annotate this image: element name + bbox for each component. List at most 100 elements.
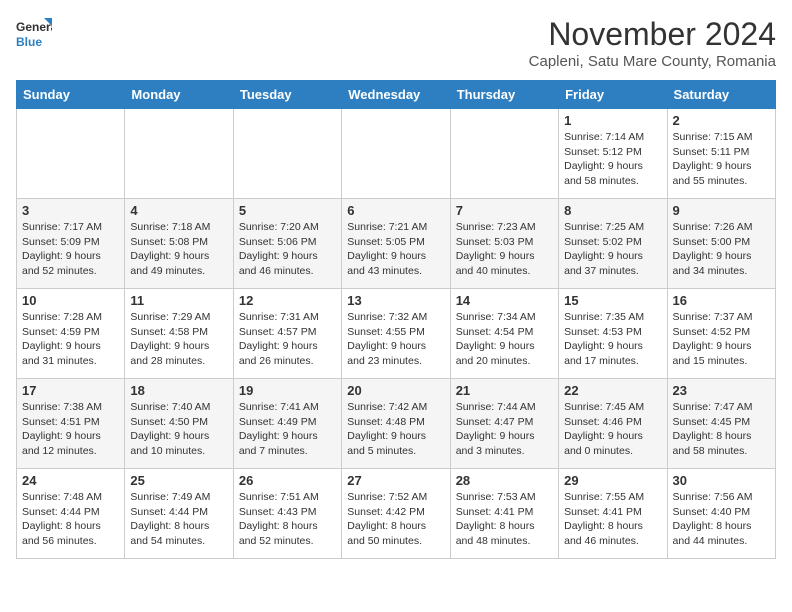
day-number: 16: [673, 293, 770, 308]
week-row-5: 24 Sunrise: 7:48 AM Sunset: 4:44 PM Dayli…: [17, 469, 776, 559]
header: General Blue November 2024 Capleni, Satu…: [16, 16, 776, 70]
day-number: 14: [456, 293, 553, 308]
week-row-1: 1 Sunrise: 7:14 AM Sunset: 5:12 PM Daylig…: [17, 109, 776, 199]
day-number: 8: [564, 203, 661, 218]
day-cell: 12Sunrise: 7:31 AM Sunset: 4:57 PM Dayli…: [233, 289, 341, 379]
day-cell: 6 Sunrise: 7:21 AM Sunset: 5:05 PM Daylig…: [342, 199, 450, 289]
day-cell: 25Sunrise: 7:49 AM Sunset: 4:44 PM Dayli…: [125, 469, 233, 559]
day-number: 25: [130, 473, 227, 488]
day-cell: 15 Sunrise: 7:35 AM Sunset: 4:53 PM Dayli…: [559, 289, 667, 379]
day-cell: 1 Sunrise: 7:14 AM Sunset: 5:12 PM Daylig…: [559, 109, 667, 199]
day-cell: 24 Sunrise: 7:48 AM Sunset: 4:44 PM Dayli…: [17, 469, 125, 559]
day-info: Sunrise: 7:15 AM Sunset: 5:11 PM Dayligh…: [673, 130, 770, 189]
day-info: Sunrise: 7:48 AM Sunset: 4:44 PM Dayligh…: [22, 490, 119, 549]
day-cell: 9 Sunrise: 7:26 AM Sunset: 5:00 PM Daylig…: [667, 199, 775, 289]
day-number: 18: [130, 383, 227, 398]
day-cell: [125, 109, 233, 199]
day-info: Sunrise: 7:38 AM Sunset: 4:51 PM Dayligh…: [22, 400, 119, 459]
day-info: Sunrise: 7:32 AM Sunset: 4:55 PM Dayligh…: [347, 310, 444, 369]
day-info: Sunrise: 7:44 AM Sunset: 4:47 PM Dayligh…: [456, 400, 553, 459]
day-cell: 20 Sunrise: 7:42 AM Sunset: 4:48 PM Dayli…: [342, 379, 450, 469]
day-info: Sunrise: 7:25 AM Sunset: 5:02 PM Dayligh…: [564, 220, 661, 279]
day-info: Sunrise: 7:35 AM Sunset: 4:53 PM Dayligh…: [564, 310, 661, 369]
day-info: Sunrise: 7:37 AM Sunset: 4:52 PM Dayligh…: [673, 310, 770, 369]
day-cell: 17 Sunrise: 7:38 AM Sunset: 4:51 PM Dayli…: [17, 379, 125, 469]
day-cell: 26Sunrise: 7:51 AM Sunset: 4:43 PM Dayli…: [233, 469, 341, 559]
day-number: 6: [347, 203, 444, 218]
day-info: Sunrise: 7:53 AM Sunset: 4:41 PM Dayligh…: [456, 490, 553, 549]
day-info: Sunrise: 7:34 AM Sunset: 4:54 PM Dayligh…: [456, 310, 553, 369]
svg-text:Blue: Blue: [16, 35, 42, 49]
day-info: Sunrise: 7:40 AM Sunset: 4:50 PM Dayligh…: [130, 400, 227, 459]
day-number: 13: [347, 293, 444, 308]
day-cell: [233, 109, 341, 199]
day-cell: 3Sunrise: 7:17 AM Sunset: 5:09 PM Daylig…: [17, 199, 125, 289]
week-row-2: 3Sunrise: 7:17 AM Sunset: 5:09 PM Daylig…: [17, 199, 776, 289]
day-number: 29: [564, 473, 661, 488]
day-number: 9: [673, 203, 770, 218]
day-number: 28: [456, 473, 553, 488]
day-cell: 7 Sunrise: 7:23 AM Sunset: 5:03 PM Daylig…: [450, 199, 558, 289]
day-number: 26: [239, 473, 336, 488]
day-cell: 19 Sunrise: 7:41 AM Sunset: 4:49 PM Dayli…: [233, 379, 341, 469]
day-number: 15: [564, 293, 661, 308]
day-cell: 22Sunrise: 7:45 AM Sunset: 4:46 PM Dayli…: [559, 379, 667, 469]
logo: General Blue: [16, 16, 52, 52]
day-cell: [17, 109, 125, 199]
day-info: Sunrise: 7:14 AM Sunset: 5:12 PM Dayligh…: [564, 130, 661, 189]
header-cell-tuesday: Tuesday: [233, 81, 341, 109]
day-cell: 29 Sunrise: 7:55 AM Sunset: 4:41 PM Dayli…: [559, 469, 667, 559]
day-number: 21: [456, 383, 553, 398]
title-area: November 2024 Capleni, Satu Mare County,…: [529, 16, 776, 70]
day-number: 10: [22, 293, 119, 308]
day-number: 11: [130, 293, 227, 308]
header-cell-sunday: Sunday: [17, 81, 125, 109]
day-info: Sunrise: 7:31 AM Sunset: 4:57 PM Dayligh…: [239, 310, 336, 369]
day-cell: 5Sunrise: 7:20 AM Sunset: 5:06 PM Daylig…: [233, 199, 341, 289]
day-cell: 10 Sunrise: 7:28 AM Sunset: 4:59 PM Dayli…: [17, 289, 125, 379]
day-cell: 2Sunrise: 7:15 AM Sunset: 5:11 PM Daylig…: [667, 109, 775, 199]
header-cell-monday: Monday: [125, 81, 233, 109]
day-number: 19: [239, 383, 336, 398]
header-cell-wednesday: Wednesday: [342, 81, 450, 109]
calendar-table: SundayMondayTuesdayWednesdayThursdayFrid…: [16, 80, 776, 559]
svg-text:General: General: [16, 20, 52, 34]
day-info: Sunrise: 7:47 AM Sunset: 4:45 PM Dayligh…: [673, 400, 770, 459]
month-title: November 2024: [529, 16, 776, 53]
day-info: Sunrise: 7:26 AM Sunset: 5:00 PM Dayligh…: [673, 220, 770, 279]
day-number: 1: [564, 113, 661, 128]
day-number: 3: [22, 203, 119, 218]
week-row-4: 17 Sunrise: 7:38 AM Sunset: 4:51 PM Dayli…: [17, 379, 776, 469]
day-number: 20: [347, 383, 444, 398]
day-cell: 18 Sunrise: 7:40 AM Sunset: 4:50 PM Dayli…: [125, 379, 233, 469]
day-info: Sunrise: 7:21 AM Sunset: 5:05 PM Dayligh…: [347, 220, 444, 279]
day-info: Sunrise: 7:55 AM Sunset: 4:41 PM Dayligh…: [564, 490, 661, 549]
day-info: Sunrise: 7:29 AM Sunset: 4:58 PM Dayligh…: [130, 310, 227, 369]
day-number: 30: [673, 473, 770, 488]
header-cell-friday: Friday: [559, 81, 667, 109]
day-cell: 14 Sunrise: 7:34 AM Sunset: 4:54 PM Dayli…: [450, 289, 558, 379]
day-number: 17: [22, 383, 119, 398]
day-info: Sunrise: 7:23 AM Sunset: 5:03 PM Dayligh…: [456, 220, 553, 279]
day-info: Sunrise: 7:56 AM Sunset: 4:40 PM Dayligh…: [673, 490, 770, 549]
day-cell: [342, 109, 450, 199]
day-cell: 4 Sunrise: 7:18 AM Sunset: 5:08 PM Daylig…: [125, 199, 233, 289]
day-cell: 30 Sunrise: 7:56 AM Sunset: 4:40 PM Dayli…: [667, 469, 775, 559]
day-info: Sunrise: 7:42 AM Sunset: 4:48 PM Dayligh…: [347, 400, 444, 459]
day-number: 5: [239, 203, 336, 218]
day-cell: 16 Sunrise: 7:37 AM Sunset: 4:52 PM Dayli…: [667, 289, 775, 379]
day-cell: 28 Sunrise: 7:53 AM Sunset: 4:41 PM Dayli…: [450, 469, 558, 559]
day-number: 22: [564, 383, 661, 398]
day-number: 7: [456, 203, 553, 218]
day-number: 27: [347, 473, 444, 488]
day-number: 4: [130, 203, 227, 218]
day-info: Sunrise: 7:28 AM Sunset: 4:59 PM Dayligh…: [22, 310, 119, 369]
week-row-3: 10 Sunrise: 7:28 AM Sunset: 4:59 PM Dayli…: [17, 289, 776, 379]
day-cell: [450, 109, 558, 199]
day-number: 24: [22, 473, 119, 488]
day-info: Sunrise: 7:41 AM Sunset: 4:49 PM Dayligh…: [239, 400, 336, 459]
day-cell: 23Sunrise: 7:47 AM Sunset: 4:45 PM Dayli…: [667, 379, 775, 469]
day-cell: 8 Sunrise: 7:25 AM Sunset: 5:02 PM Daylig…: [559, 199, 667, 289]
logo-svg: General Blue: [16, 16, 52, 52]
day-info: Sunrise: 7:18 AM Sunset: 5:08 PM Dayligh…: [130, 220, 227, 279]
